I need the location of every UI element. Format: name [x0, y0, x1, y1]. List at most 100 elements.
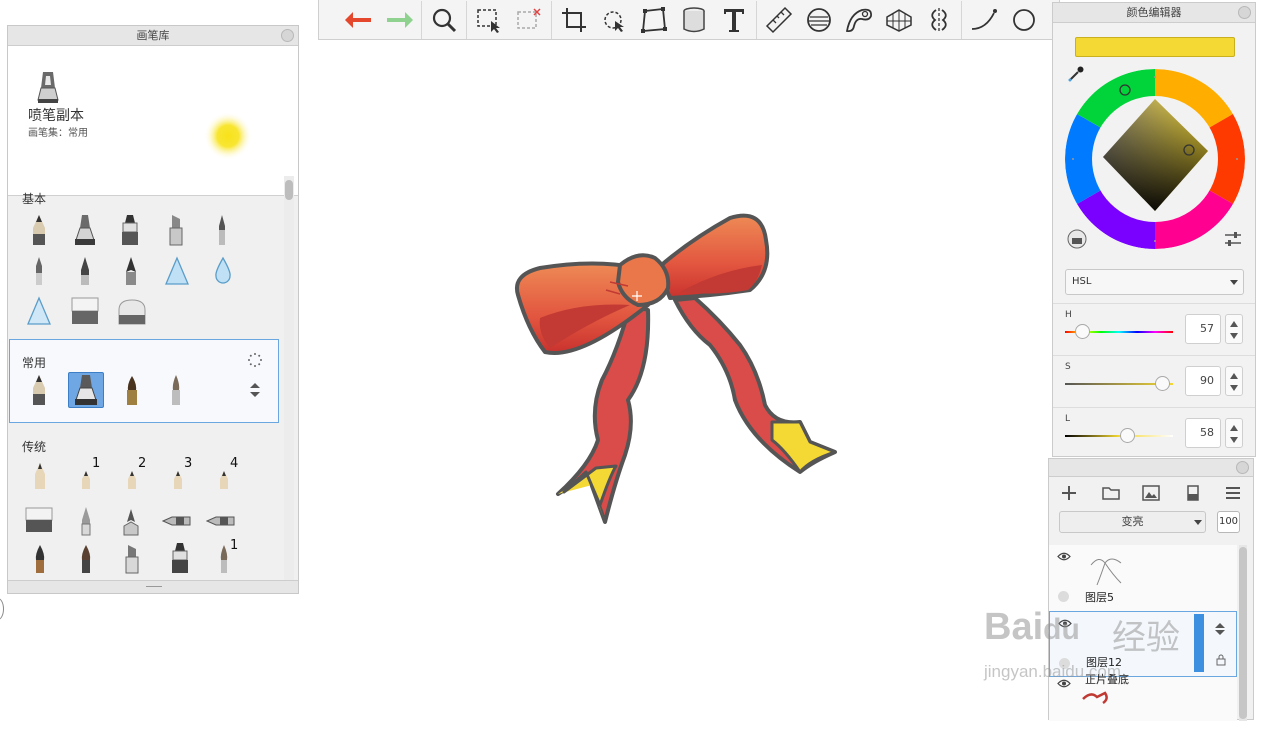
- lightness-row: L 58: [1053, 407, 1255, 459]
- eraser-icon[interactable]: [24, 506, 54, 534]
- layer-lock-dot[interactable]: [1058, 591, 1069, 602]
- layer-opacity-bar[interactable]: [1194, 614, 1204, 672]
- undo-button[interactable]: [339, 2, 379, 38]
- text-button[interactable]: [714, 2, 754, 38]
- brush-pen-icon[interactable]: [78, 544, 94, 574]
- settings-dots-icon[interactable]: [247, 352, 263, 368]
- lightness-stepper[interactable]: [1225, 418, 1243, 448]
- edge-handle[interactable]: [0, 598, 4, 620]
- add-layer-icon[interactable]: [1059, 483, 1079, 503]
- marker-brush-icon[interactable]: [118, 214, 142, 246]
- pencil-brush-icon[interactable]: [126, 470, 138, 490]
- blend-mode-dropdown[interactable]: 变亮: [1059, 511, 1206, 533]
- soft-eraser-icon[interactable]: [116, 298, 148, 326]
- saturation-row: S 90: [1053, 355, 1255, 407]
- paintbrush-icon[interactable]: [120, 256, 142, 286]
- color-mode-dropdown[interactable]: HSL: [1065, 269, 1244, 295]
- scrollbar-thumb[interactable]: [285, 180, 293, 200]
- oil-brush-icon[interactable]: [122, 374, 142, 406]
- stroke-button[interactable]: [964, 2, 1004, 38]
- close-button[interactable]: [1236, 461, 1249, 474]
- pencil-brush-icon[interactable]: [80, 470, 92, 490]
- brush-pen-icon[interactable]: [32, 544, 48, 574]
- fineliner-icon[interactable]: [28, 256, 50, 286]
- ellipse-guide-button[interactable]: [799, 2, 839, 38]
- transform-button[interactable]: [594, 2, 634, 38]
- nib-pen-icon[interactable]: [120, 508, 142, 536]
- pencil-number-1: 1: [92, 456, 101, 471]
- layer-editor-title: [1049, 459, 1253, 477]
- rect-select-button[interactable]: [469, 2, 509, 38]
- saturation-value-field[interactable]: 90: [1185, 366, 1221, 396]
- layer-list-scrollbar[interactable]: [1239, 545, 1247, 721]
- lock-icon[interactable]: [1216, 654, 1226, 666]
- layer-row[interactable]: 图层5: [1049, 545, 1237, 611]
- color-history-icon[interactable]: [1067, 229, 1087, 249]
- lightness-slider[interactable]: [1065, 435, 1173, 437]
- ballpoint-icon[interactable]: [212, 214, 232, 246]
- color-editor-title: 颜色编辑器: [1053, 3, 1255, 23]
- color-wheel[interactable]: [1065, 69, 1245, 249]
- scrollbar-thumb[interactable]: [1239, 547, 1247, 719]
- ellipse-button[interactable]: [1004, 2, 1044, 38]
- pencil-brush-icon[interactable]: [218, 470, 230, 490]
- technical-pen-side-icon[interactable]: [162, 508, 192, 534]
- marker-brush-icon[interactable]: [168, 542, 192, 574]
- brush-list-scrollbar[interactable]: [284, 176, 294, 581]
- reorder-icon[interactable]: [248, 382, 262, 398]
- layer-thumbnail: [1082, 691, 1108, 705]
- current-color-swatch[interactable]: [1075, 37, 1235, 57]
- close-button[interactable]: [1238, 6, 1251, 19]
- chisel-marker-icon[interactable]: [122, 544, 142, 574]
- close-button[interactable]: [281, 29, 294, 42]
- saturation-slider-knob[interactable]: [1154, 376, 1170, 391]
- lightness-label: L: [1065, 414, 1071, 424]
- round-brush-icon[interactable]: [166, 374, 186, 406]
- reorder-icon[interactable]: [1214, 622, 1226, 636]
- hue-value-field[interactable]: 57: [1185, 314, 1221, 344]
- pencil-brush-icon[interactable]: [28, 374, 50, 406]
- ruler-button[interactable]: [759, 2, 799, 38]
- redo-button[interactable]: [379, 2, 419, 38]
- clear-select-button[interactable]: [509, 2, 549, 38]
- french-curve-icon: [845, 8, 872, 32]
- brush-preview: 喷笔副本 画笔集：常用: [8, 46, 298, 196]
- pencil-brush-icon[interactable]: [32, 462, 48, 490]
- brush-pen-icon[interactable]: [74, 256, 96, 286]
- sharpen-icon[interactable]: [26, 296, 52, 326]
- inking-brush-icon[interactable]: [72, 214, 98, 246]
- sliders-icon[interactable]: [1223, 229, 1243, 249]
- perspective-button[interactable]: [634, 2, 674, 38]
- saturation-stepper[interactable]: [1225, 366, 1243, 396]
- zoom-button[interactable]: [424, 2, 464, 38]
- layer-opacity-field[interactable]: 100: [1217, 511, 1240, 533]
- perspective-grid-button[interactable]: [879, 2, 919, 38]
- pencil-brush-icon[interactable]: [172, 470, 184, 490]
- airbrush-icon[interactable]: [73, 374, 99, 406]
- section-traditional-label: 传统: [22, 440, 47, 454]
- hard-eraser-icon[interactable]: [70, 296, 100, 326]
- smudge-icon[interactable]: [164, 256, 190, 286]
- color-mode-value: HSL: [1072, 276, 1092, 287]
- hue-slider-knob[interactable]: [1074, 324, 1090, 339]
- lightness-slider-knob[interactable]: [1120, 428, 1136, 443]
- fill-button[interactable]: [674, 2, 714, 38]
- technical-pen-icon[interactable]: [78, 506, 94, 536]
- folder-icon[interactable]: [1101, 483, 1121, 503]
- layer-mask-icon[interactable]: [1183, 483, 1203, 503]
- lightness-value-field[interactable]: 58: [1185, 418, 1221, 448]
- menu-icon[interactable]: [1223, 483, 1243, 503]
- symmetry-button[interactable]: [919, 2, 959, 38]
- blur-icon[interactable]: [212, 256, 234, 286]
- french-curve-button[interactable]: [839, 2, 879, 38]
- crop-icon: [562, 7, 586, 32]
- pencil-brush-icon[interactable]: [28, 214, 50, 246]
- hue-stepper[interactable]: [1225, 314, 1243, 344]
- crop-button[interactable]: [554, 2, 594, 38]
- panel-resize-handle[interactable]: [8, 580, 298, 593]
- technical-pen-side-icon[interactable]: [206, 508, 236, 534]
- image-layer-icon[interactable]: [1141, 483, 1161, 503]
- visibility-eye-icon[interactable]: [1057, 552, 1071, 561]
- layer-row[interactable]: 正片叠底: [1049, 673, 1237, 745]
- chisel-marker-icon[interactable]: [166, 214, 186, 246]
